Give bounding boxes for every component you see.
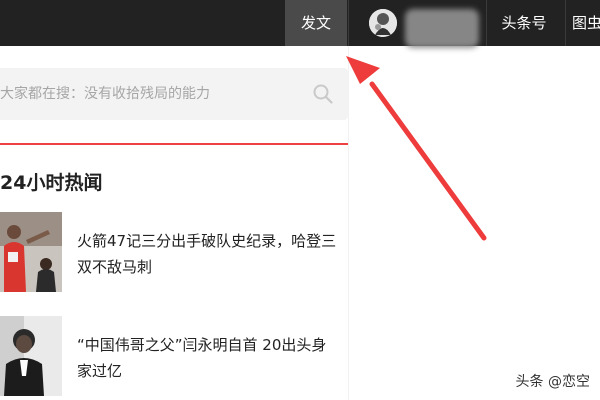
- publish-button[interactable]: 发文: [285, 0, 347, 46]
- nav-divider: [486, 0, 487, 46]
- tuchong-link[interactable]: 图虫: [572, 0, 600, 46]
- nav-divider: [348, 0, 349, 46]
- watermark: 头条 @恋空: [515, 374, 590, 390]
- search-box: [0, 68, 348, 120]
- user-avatar[interactable]: [369, 9, 397, 37]
- search-input[interactable]: [0, 68, 300, 120]
- search-icon[interactable]: [312, 83, 334, 105]
- top-nav-bar: 发文 头条号 图虫: [0, 0, 600, 48]
- blurred-username: [405, 9, 479, 48]
- toutiao-account-link[interactable]: 头条号: [490, 0, 558, 46]
- news-thumbnail[interactable]: [0, 316, 62, 396]
- section-divider: [0, 143, 348, 145]
- news-title[interactable]: 火箭47记三分出手破队史纪录，哈登三双不敌马刺: [77, 228, 337, 280]
- column-border: [348, 46, 349, 400]
- news-thumbnail[interactable]: [0, 212, 62, 292]
- news-title[interactable]: “中国伟哥之父”闫永明自首 20出头身家过亿: [77, 332, 337, 384]
- hot-news-title: 24小时热闻: [0, 172, 103, 194]
- nav-divider: [565, 0, 566, 46]
